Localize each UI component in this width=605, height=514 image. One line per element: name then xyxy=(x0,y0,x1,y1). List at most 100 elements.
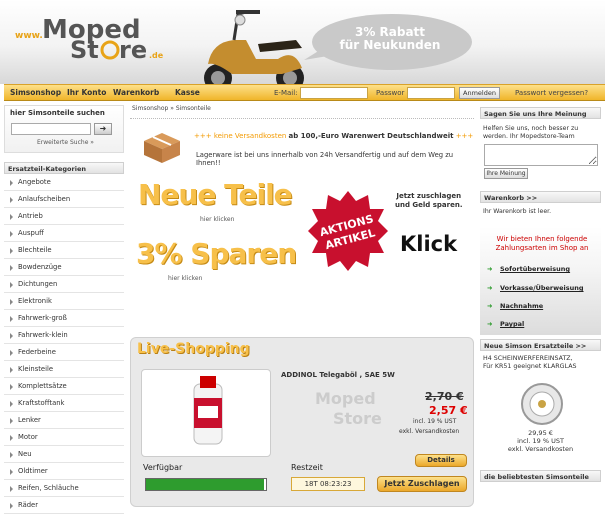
category-federbeine[interactable]: Federbeine xyxy=(4,344,124,361)
category-angebote[interactable]: Angebote xyxy=(4,174,124,191)
feedback-line: werden. Ihr Mopedstore-Team xyxy=(483,133,575,140)
price-line: incl. 19 % UST xyxy=(517,437,564,445)
payment-title-line: Zahlungsarten im Shop an xyxy=(495,244,589,252)
right-sidebar: Sagen Sie uns Ihre Meinung Helfen Sie un… xyxy=(480,105,601,508)
search-box: hier Simsonteile suchen ➜ Erweiterte Suc… xyxy=(4,105,124,153)
nav-simsonshop[interactable]: Simsonshop xyxy=(10,88,61,97)
click-here-label[interactable]: hier klicken xyxy=(168,275,202,282)
svg-text:St: St xyxy=(70,36,99,60)
live-shopping-box: Live-Shopping ADDINOL Telegaböl , SAE 5W… xyxy=(130,337,474,507)
login-button[interactable]: Anmelden xyxy=(459,87,500,99)
category-blechteile[interactable]: Blechteile xyxy=(4,242,124,259)
payment-sofort[interactable]: ➜ Sofortüberweisung xyxy=(487,265,570,273)
category-neu[interactable]: Neu xyxy=(4,446,124,463)
new-parts-title[interactable]: Neue Simson Ersatzteile >> xyxy=(480,339,601,351)
payment-vorkasse[interactable]: ➜ Vorkasse/Überweisung xyxy=(487,284,584,292)
arrow-icon: ➜ xyxy=(487,320,493,328)
cart-title[interactable]: Warenkorb >> xyxy=(480,191,601,203)
promo-line: für Neukunden xyxy=(339,38,441,52)
feedback-textarea[interactable] xyxy=(484,144,598,166)
category-anlaufscheiben[interactable]: Anlaufscheiben xyxy=(4,191,124,208)
shipping-part: ab 100,-Euro Warenwert Deutschlandweit xyxy=(288,132,454,140)
divider xyxy=(130,118,474,119)
category-raeder[interactable]: Räder xyxy=(4,497,124,514)
category-bowdenzuege[interactable]: Bowdenzüge xyxy=(4,259,124,276)
svg-text:.de: .de xyxy=(149,51,164,60)
availability-fill xyxy=(146,479,264,490)
search-title: hier Simsonteile suchen xyxy=(10,109,105,117)
click-here-label[interactable]: hier klicken xyxy=(200,216,234,223)
payment-title-line: Wir bieten Ihnen folgende xyxy=(496,235,588,243)
action-items-badge[interactable]: AKTIONS ARTIKEL xyxy=(306,189,390,273)
category-lenker[interactable]: Lenker xyxy=(4,412,124,429)
availability-bar xyxy=(145,478,267,491)
category-motor[interactable]: Motor xyxy=(4,429,124,446)
feedback-text: Helfen Sie uns, noch besser zu werden. I… xyxy=(483,125,578,141)
nav-warenkorb[interactable]: Warenkorb xyxy=(113,88,159,97)
save-banner[interactable]: 3% Sparen xyxy=(136,237,297,270)
feedback-title: Sagen Sie uns Ihre Meinung xyxy=(480,107,601,119)
category-fahrwerk-klein[interactable]: Fahrwerk-klein xyxy=(4,327,124,344)
category-antrieb[interactable]: Antrieb xyxy=(4,208,124,225)
payment-methods: Wir bieten Ihnen folgende Zahlungsarten … xyxy=(480,227,601,335)
shipping-notice: +++ keine Versandkosten ab 100,-Euro War… xyxy=(194,132,473,140)
headlight-image[interactable] xyxy=(514,379,570,429)
buy-now-button[interactable]: Jetzt Zuschlagen xyxy=(377,476,467,492)
category-oldtimer[interactable]: Oldtimer xyxy=(4,463,124,480)
countdown-timer: 18T 08:23:23 xyxy=(291,477,365,491)
nav-konto[interactable]: Ihr Konto xyxy=(67,88,106,97)
payment-title: Wir bieten Ihnen folgende Zahlungsarten … xyxy=(486,235,598,253)
mopedstore-logo[interactable]: www. Moped St re .de xyxy=(15,8,165,60)
category-dichtungen[interactable]: Dichtungen xyxy=(4,276,124,293)
feedback-box: Sagen Sie uns Ihre Meinung Helfen Sie un… xyxy=(480,107,601,183)
old-price: 2,70 € xyxy=(425,390,464,403)
password-input[interactable] xyxy=(407,87,455,99)
category-komplettsaetze[interactable]: Komplettsätze xyxy=(4,378,124,395)
payment-label: Vorkasse/Überweisung xyxy=(500,284,584,292)
category-list: Ersatzteil-Kategorien Angebote Anlaufsch… xyxy=(4,162,124,514)
email-input[interactable] xyxy=(300,87,368,99)
search-button[interactable]: ➜ xyxy=(94,123,112,135)
cart-status: Ihr Warenkorb ist leer. xyxy=(483,208,552,215)
new-parts-box: Neue Simson Ersatzteile >> H4 SCHEINWERF… xyxy=(480,339,601,459)
remaining-label: Restzeit xyxy=(291,463,323,472)
category-auspuff[interactable]: Auspuff xyxy=(4,225,124,242)
header-banner: www. Moped St re .de 3% Rabatt für Neuku… xyxy=(0,0,605,92)
left-sidebar: hier Simsonteile suchen ➜ Erweiterte Suc… xyxy=(4,105,124,514)
new-parts-banner[interactable]: Neue Teile xyxy=(138,178,293,211)
svg-text:Store: Store xyxy=(333,409,382,428)
new-part-line: H4 SCHEINWERFEREINSATZ, xyxy=(483,355,573,362)
category-fahrwerk-gross[interactable]: Fahrwerk-groß xyxy=(4,310,124,327)
feedback-button[interactable]: Ihre Meinung xyxy=(484,168,528,179)
payment-label: Paypal xyxy=(500,320,525,328)
mopedstore-watermark: Moped Store xyxy=(315,389,382,428)
feedback-line: Helfen Sie uns, noch besser zu xyxy=(483,125,579,132)
new-part-description[interactable]: H4 SCHEINWERFEREINSATZ, Für KR51 geeigne… xyxy=(483,355,577,371)
arrow-icon: ➜ xyxy=(487,284,493,292)
forgot-password-link[interactable]: Passwort vergessen? xyxy=(515,89,588,97)
shipping-part: +++ xyxy=(455,132,474,140)
product-name[interactable]: ADDINOL Telegaböl , SAE 5W xyxy=(281,371,395,379)
payment-paypal[interactable]: ➜ Paypal xyxy=(487,320,524,328)
payment-nachnahme[interactable]: ➜ Nachnahme xyxy=(487,302,543,310)
grab-it-text: Jetzt zuschlagen und Geld sparen. xyxy=(395,192,463,210)
details-button[interactable]: Details xyxy=(415,454,467,467)
arrow-icon: ➜ xyxy=(487,265,493,273)
grab-line: Jetzt zuschlagen xyxy=(396,192,462,200)
klick-button[interactable]: Klick xyxy=(400,232,457,256)
product-image[interactable] xyxy=(141,369,271,457)
category-elektronik[interactable]: Elektronik xyxy=(4,293,124,310)
nav-kasse[interactable]: Kasse xyxy=(175,88,200,97)
breadcrumb[interactable]: Simsonshop » Simsonteile xyxy=(132,105,474,112)
dispatch-notice: Lagerware ist bei uns innerhalb von 24h … xyxy=(196,151,454,167)
category-reifen[interactable]: Reifen, Schläuche xyxy=(4,480,124,497)
payment-label: Nachnahme xyxy=(500,302,544,310)
category-kraftstofftank[interactable]: Kraftstofftank xyxy=(4,395,124,412)
category-kleinsteile[interactable]: Kleinsteile xyxy=(4,361,124,378)
bestsellers-title[interactable]: die beliebtesten Simsonteile xyxy=(480,470,601,482)
advanced-search-link[interactable]: Erweiterte Suche » xyxy=(37,139,94,146)
live-shopping-title: Live-Shopping xyxy=(137,341,250,357)
search-input[interactable] xyxy=(11,123,91,135)
moped-image xyxy=(204,10,304,92)
main-content: Simsonshop » Simsonteile +++ keine Versa… xyxy=(130,105,474,508)
